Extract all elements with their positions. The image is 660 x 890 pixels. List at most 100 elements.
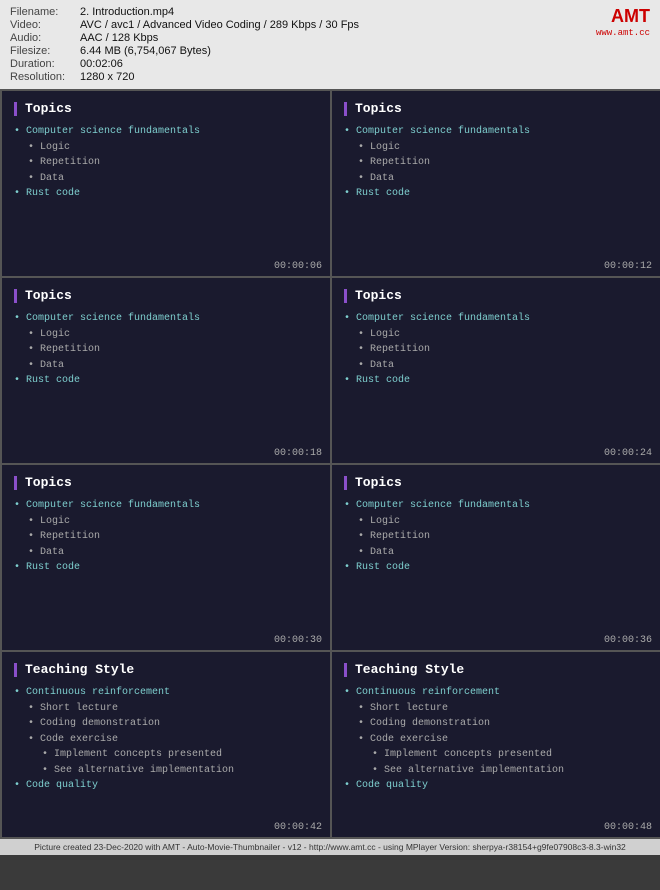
audio-value: AAC / 128 Kbps: [80, 32, 650, 44]
title-bar-accent: [14, 476, 17, 490]
list-item: Repetition: [14, 155, 318, 171]
thumb-timestamp-7: 00:00:42: [274, 822, 322, 833]
thumb-content-4: Computer science fundamentalsLogicRepeti…: [344, 311, 648, 443]
filename-value: 2. Introduction.mp4: [80, 6, 650, 18]
list-item: Repetition: [14, 342, 318, 358]
thumb-timestamp-5: 00:00:30: [274, 635, 322, 646]
thumb-timestamp-3: 00:00:18: [274, 448, 322, 459]
list-item: Rust code: [14, 373, 318, 389]
list-item: Computer science fundamentals: [14, 498, 318, 514]
list-item: Rust code: [344, 186, 648, 202]
title-bar-accent: [14, 663, 17, 677]
thumb-title-8: Teaching Style: [344, 662, 648, 677]
list-item: See alternative implementation: [14, 763, 318, 779]
thumb-title-5: Topics: [14, 475, 318, 490]
list-item: Computer science fundamentals: [344, 311, 648, 327]
title-bar-accent: [14, 102, 17, 116]
amt-url: www.amt.cc: [596, 28, 650, 38]
list-item: Rust code: [14, 186, 318, 202]
thumb-content-5: Computer science fundamentalsLogicRepeti…: [14, 498, 318, 630]
list-item: Code exercise: [344, 732, 648, 748]
duration-label: Duration:: [10, 58, 80, 70]
list-item: Data: [344, 171, 648, 187]
thumb-content-1: Computer science fundamentalsLogicRepeti…: [14, 124, 318, 256]
list-item: Repetition: [344, 529, 648, 545]
list-item: Logic: [344, 327, 648, 343]
list-item: Rust code: [344, 373, 648, 389]
list-item: Logic: [14, 514, 318, 530]
list-item: Data: [14, 171, 318, 187]
thumb-title-4: Topics: [344, 288, 648, 303]
thumb-timestamp-6: 00:00:36: [604, 635, 652, 646]
title-bar-accent: [344, 289, 347, 303]
thumbnail-7: Teaching StyleContinuous reinforcementSh…: [2, 652, 330, 837]
list-item: Short lecture: [344, 701, 648, 717]
list-item: Coding demonstration: [344, 716, 648, 732]
list-item: Logic: [14, 140, 318, 156]
thumb-timestamp-8: 00:00:48: [604, 822, 652, 833]
thumb-content-2: Computer science fundamentalsLogicRepeti…: [344, 124, 648, 256]
thumbnail-1: Topics Computer science fundamentalsLogic…: [2, 91, 330, 276]
thumb-content-8: Continuous reinforcementShort lectureCod…: [344, 685, 648, 817]
resolution-label: Resolution:: [10, 71, 80, 83]
list-item: Implement concepts presented: [344, 747, 648, 763]
thumbnail-8: Teaching Style Continuous reinforcementSh…: [332, 652, 660, 837]
footer-bar: Picture created 23-Dec-2020 with AMT - A…: [0, 839, 660, 855]
footer-text: Picture created 23-Dec-2020 with AMT - A…: [34, 842, 626, 852]
list-item: Logic: [344, 140, 648, 156]
list-item: Repetition: [14, 529, 318, 545]
thumb-timestamp-1: 00:00:06: [274, 261, 322, 272]
amt-logo: AMT: [611, 6, 650, 27]
thumbnail-6: TopicsComputer science fundamentalsLogic…: [332, 465, 660, 650]
list-item: Short lecture: [14, 701, 318, 717]
video-label: Video:: [10, 19, 80, 31]
list-item: Data: [344, 358, 648, 374]
list-item: Coding demonstration: [14, 716, 318, 732]
list-item: Continuous reinforcement: [14, 685, 318, 701]
resolution-value: 1280 x 720: [80, 71, 650, 83]
list-item: Repetition: [344, 342, 648, 358]
list-item: Logic: [344, 514, 648, 530]
title-bar-accent: [344, 476, 347, 490]
list-item: See alternative implementation: [344, 763, 648, 779]
thumb-timestamp-2: 00:00:12: [604, 261, 652, 272]
title-bar-accent: [344, 663, 347, 677]
thumb-content-6: Computer science fundamentalsLogicRepeti…: [344, 498, 648, 630]
list-item: Rust code: [344, 560, 648, 576]
list-item: Continuous reinforcement: [344, 685, 648, 701]
thumbnail-3: Topics Computer science fundamentalsLogic…: [2, 278, 330, 463]
thumb-timestamp-4: 00:00:24: [604, 448, 652, 459]
list-item: Code quality: [14, 778, 318, 794]
thumbnails-grid: TopicsComputer science fundamentalsLogic…: [0, 89, 660, 839]
thumb-content-3: Computer science fundamentalsLogicRepeti…: [14, 311, 318, 443]
list-item: Computer science fundamentals: [14, 311, 318, 327]
title-bar-accent: [344, 102, 347, 116]
thumb-title-2: Topics: [344, 101, 648, 116]
list-item: Code quality: [344, 778, 648, 794]
list-item: Data: [344, 545, 648, 561]
list-item: Repetition: [344, 155, 648, 171]
list-item: Data: [14, 358, 318, 374]
list-item: Logic: [14, 327, 318, 343]
list-item: Implement concepts presented: [14, 747, 318, 763]
list-item: Computer science fundamentals: [344, 498, 648, 514]
thumb-content-7: Continuous reinforcementShort lectureCod…: [14, 685, 318, 817]
list-item: Computer science fundamentals: [14, 124, 318, 140]
thumbnail-2: Topics Computer science fundamentalsLogic…: [332, 91, 660, 276]
filesize-value: 6.44 MB (6,754,067 Bytes): [80, 45, 650, 57]
thumb-title-1: Topics: [14, 101, 318, 116]
filename-label: Filename:: [10, 6, 80, 18]
thumb-title-3: Topics: [14, 288, 318, 303]
duration-value: 00:02:06: [80, 58, 650, 70]
file-info-panel: Filename: 2. Introduction.mp4 Video: AVC…: [0, 0, 660, 89]
list-item: Code exercise: [14, 732, 318, 748]
filesize-label: Filesize:: [10, 45, 80, 57]
audio-label: Audio:: [10, 32, 80, 44]
list-item: Data: [14, 545, 318, 561]
list-item: Rust code: [14, 560, 318, 576]
thumbnail-5: Topics Computer science fundamentalsLogic…: [2, 465, 330, 650]
video-value: AVC / avc1 / Advanced Video Coding / 289…: [80, 19, 650, 31]
title-bar-accent: [14, 289, 17, 303]
list-item: Computer science fundamentals: [344, 124, 648, 140]
thumbnail-4: Topics Computer science fundamentalsLogic…: [332, 278, 660, 463]
